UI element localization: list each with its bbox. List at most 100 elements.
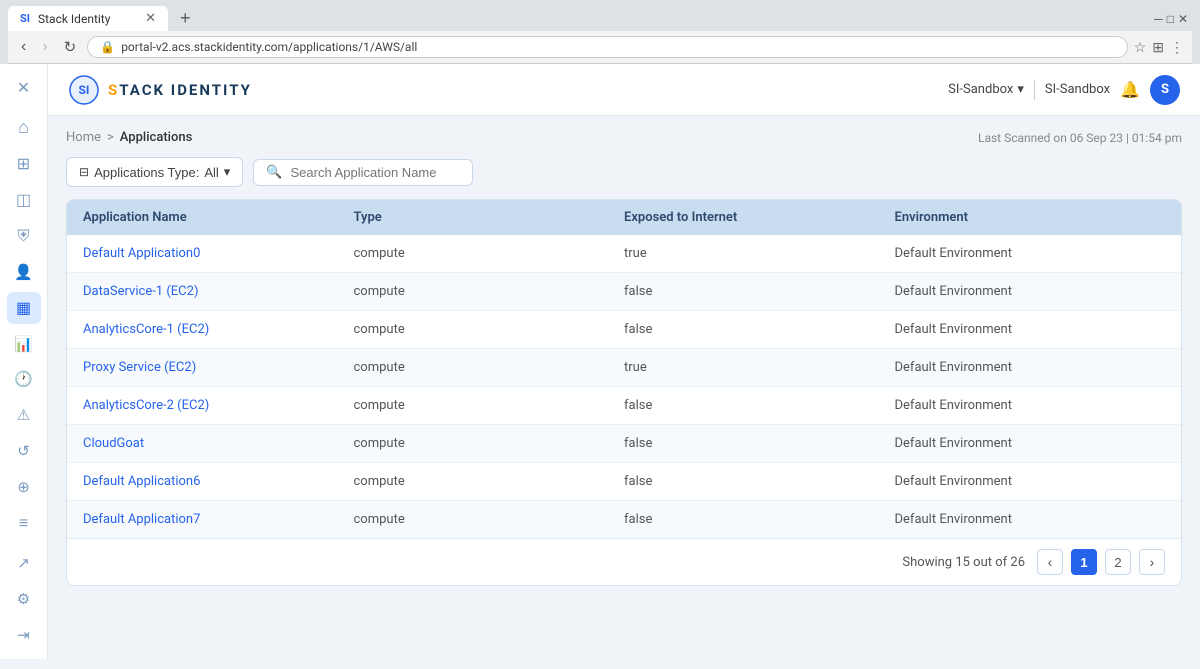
col-app-name: Application Name <box>83 210 354 225</box>
app-type: compute <box>354 512 625 527</box>
pagination: Showing 15 out of 26 ‹ 1 2 › <box>67 538 1181 585</box>
sidebar-item-clock[interactable]: 🕐 <box>7 364 41 396</box>
header-logo: SI STACK IDENTITY <box>68 74 252 106</box>
table-row: CloudGoat compute false Default Environm… <box>67 425 1181 463</box>
minimize-button[interactable]: ─ <box>1154 12 1163 26</box>
search-icon: 🔍 <box>266 165 282 180</box>
sidebar-item-alert[interactable]: ⚠ <box>7 399 41 431</box>
app-exposed: true <box>624 360 895 375</box>
app-exposed: false <box>624 436 895 451</box>
app-name-link[interactable]: AnalyticsCore-2 (EC2) <box>83 398 354 413</box>
filter-label: Applications Type: <box>94 165 199 180</box>
pagination-next[interactable]: › <box>1139 549 1165 575</box>
back-button[interactable]: ‹ <box>16 36 31 58</box>
active-tab[interactable]: SI Stack Identity ✕ <box>8 6 168 31</box>
last-scanned: Last Scanned on 06 Sep 23 | 01:54 pm <box>978 131 1182 145</box>
notification-label: SI-Sandbox <box>1045 82 1110 97</box>
browser-toolbar: ‹ › ↻ 🔒 portal-v2.acs.stackidentity.com/… <box>8 31 1192 64</box>
page-body: Home > Applications Last Scanned on 06 S… <box>48 116 1200 659</box>
app-name-link[interactable]: DataService-1 (EC2) <box>83 284 354 299</box>
environment-selector[interactable]: SI-Sandbox ▾ <box>948 82 1024 97</box>
bookmark-button[interactable]: ☆ <box>1134 39 1147 56</box>
logo-text: STACK IDENTITY <box>108 81 252 99</box>
toolbar: ⊟ Applications Type: All ▾ 🔍 <box>66 157 1182 187</box>
app-name-link[interactable]: AnalyticsCore-1 (EC2) <box>83 322 354 337</box>
sidebar-item-user[interactable]: 👤 <box>7 256 41 288</box>
sidebar-item-logout[interactable]: ⇥ <box>7 619 41 651</box>
filter-button[interactable]: ⊟ Applications Type: All ▾ <box>66 157 243 187</box>
sidebar-item-shield[interactable]: ⛨ <box>7 220 41 252</box>
sidebar-item-layers[interactable]: ◫ <box>7 184 41 216</box>
table-header: Application Name Type Exposed to Interne… <box>67 200 1181 235</box>
breadcrumb: Home > Applications <box>66 130 192 145</box>
sidebar-item-bars[interactable]: ≡ <box>7 507 41 539</box>
app-name-link[interactable]: Default Application6 <box>83 474 354 489</box>
logo-icon: SI <box>68 74 100 106</box>
app-type: compute <box>354 246 625 261</box>
table-row: Default Application6 compute false Defau… <box>67 463 1181 501</box>
main-content: SI STACK IDENTITY SI-Sandbox ▾ SI-Sandbo… <box>48 64 1200 659</box>
app-environment: Default Environment <box>895 398 1166 413</box>
forward-button[interactable]: › <box>37 36 52 58</box>
app-environment: Default Environment <box>895 246 1166 261</box>
browser-chrome: SI Stack Identity ✕ + ─ □ ✕ ‹ › ↻ 🔒 port… <box>0 0 1200 64</box>
app-name-link[interactable]: CloudGoat <box>83 436 354 451</box>
app-name-link[interactable]: Proxy Service (EC2) <box>83 360 354 375</box>
applications-table: Application Name Type Exposed to Interne… <box>66 199 1182 586</box>
app-name-link[interactable]: Default Application0 <box>83 246 354 261</box>
menu-button[interactable]: ⋮ <box>1170 39 1184 56</box>
app-environment: Default Environment <box>895 322 1166 337</box>
sidebar-item-apps[interactable]: ▦ <box>7 292 41 324</box>
app-header: SI STACK IDENTITY SI-Sandbox ▾ SI-Sandbo… <box>48 64 1200 116</box>
app-environment: Default Environment <box>895 474 1166 489</box>
sidebar-item-home[interactable]: ⌂ <box>7 112 41 144</box>
sidebar-item-settings[interactable]: ⚙ <box>7 583 41 615</box>
sidebar-item-share[interactable]: ↗ <box>7 547 41 579</box>
breadcrumb-home[interactable]: Home <box>66 130 101 145</box>
breadcrumb-current: Applications <box>120 130 193 145</box>
app-type: compute <box>354 474 625 489</box>
tab-bar: SI Stack Identity ✕ + ─ □ ✕ <box>8 6 1192 31</box>
app-exposed: false <box>624 398 895 413</box>
address-bar[interactable]: 🔒 portal-v2.acs.stackidentity.com/applic… <box>87 36 1127 58</box>
lock-icon: 🔒 <box>100 40 115 54</box>
table-row: DataService-1 (EC2) compute false Defaul… <box>67 273 1181 311</box>
tab-title: Stack Identity <box>38 12 110 26</box>
search-input[interactable] <box>291 165 461 180</box>
pagination-prev[interactable]: ‹ <box>1037 549 1063 575</box>
sidebar-item-history[interactable]: ↺ <box>7 435 41 467</box>
table-row: AnalyticsCore-1 (EC2) compute false Defa… <box>67 311 1181 349</box>
new-tab-button[interactable]: + <box>172 6 199 31</box>
reload-button[interactable]: ↻ <box>59 36 82 58</box>
sidebar-item-chart[interactable]: 📊 <box>7 328 41 360</box>
env-dropdown-icon: ▾ <box>1017 82 1024 97</box>
close-window-button[interactable]: ✕ <box>1178 12 1188 26</box>
table-row: Default Application0 compute true Defaul… <box>67 235 1181 273</box>
app-exposed: false <box>624 284 895 299</box>
filter-value: All <box>204 165 218 180</box>
user-avatar[interactable]: S <box>1150 75 1180 105</box>
header-right: SI-Sandbox ▾ SI-Sandbox 🔔 S <box>948 75 1180 105</box>
sidebar-close-icon[interactable]: ✕ <box>7 72 41 104</box>
url-text: portal-v2.acs.stackidentity.com/applicat… <box>121 40 417 54</box>
col-type: Type <box>354 210 625 225</box>
app-name-link[interactable]: Default Application7 <box>83 512 354 527</box>
search-box: 🔍 <box>253 159 473 186</box>
pagination-page-2[interactable]: 2 <box>1105 549 1131 575</box>
notification-bell-icon[interactable]: 🔔 <box>1120 80 1140 99</box>
pagination-page-1[interactable]: 1 <box>1071 549 1097 575</box>
tab-close-icon[interactable]: ✕ <box>145 11 156 26</box>
app-environment: Default Environment <box>895 284 1166 299</box>
breadcrumb-separator: > <box>107 130 114 145</box>
extensions-button[interactable]: ⊞ <box>1152 39 1164 56</box>
filter-dropdown-icon: ▾ <box>224 164 231 180</box>
sidebar-item-grid[interactable]: ⊞ <box>7 148 41 180</box>
app-type: compute <box>354 398 625 413</box>
sidebar: ✕ ⌂ ⊞ ◫ ⛨ 👤 ▦ 📊 🕐 ⚠ ↺ ⊕ ≡ ↗ ⚙ ⇥ <box>0 64 48 659</box>
breadcrumb-row: Home > Applications Last Scanned on 06 S… <box>66 130 1182 145</box>
table-row: AnalyticsCore-2 (EC2) compute false Defa… <box>67 387 1181 425</box>
sidebar-item-tag[interactable]: ⊕ <box>7 471 41 503</box>
app-type: compute <box>354 284 625 299</box>
maximize-button[interactable]: □ <box>1167 12 1174 26</box>
tab-favicon: SI <box>20 12 30 25</box>
